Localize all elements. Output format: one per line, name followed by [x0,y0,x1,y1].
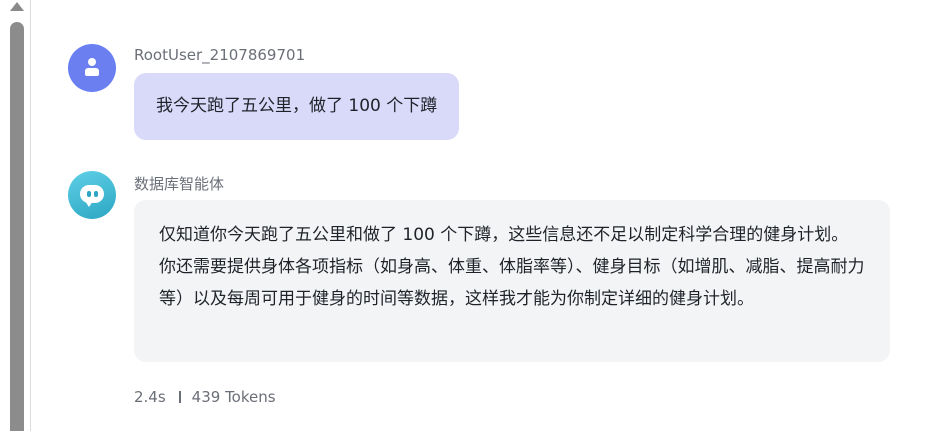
person-icon [85,58,99,76]
assistant-message-bubble: 仅知道你今天跑了五公里和做了 100 个下蹲，这些信息还不足以制定科学合理的健身… [134,200,890,362]
user-name: RootUser_2107869701 [134,46,306,64]
response-time: 2.4s [134,388,166,406]
user-message-bubble: 我今天跑了五公里，做了 100 个下蹲 [134,73,460,140]
token-count: 439 Tokens [191,388,276,406]
chat-bubble-icon [80,185,104,207]
meta-divider [178,391,181,403]
scrollbar[interactable] [0,0,31,431]
assistant-avatar [68,171,116,219]
assistant-name: 数据库智能体 [134,175,225,193]
user-avatar [68,44,116,92]
scrollbar-thumb[interactable] [10,22,24,431]
chat-page: RootUser_2107869701 我今天跑了五公里，做了 100 个下蹲 … [0,0,925,431]
scroll-up-icon[interactable] [10,2,24,11]
response-meta: 2.4s 439 Tokens [134,388,276,406]
